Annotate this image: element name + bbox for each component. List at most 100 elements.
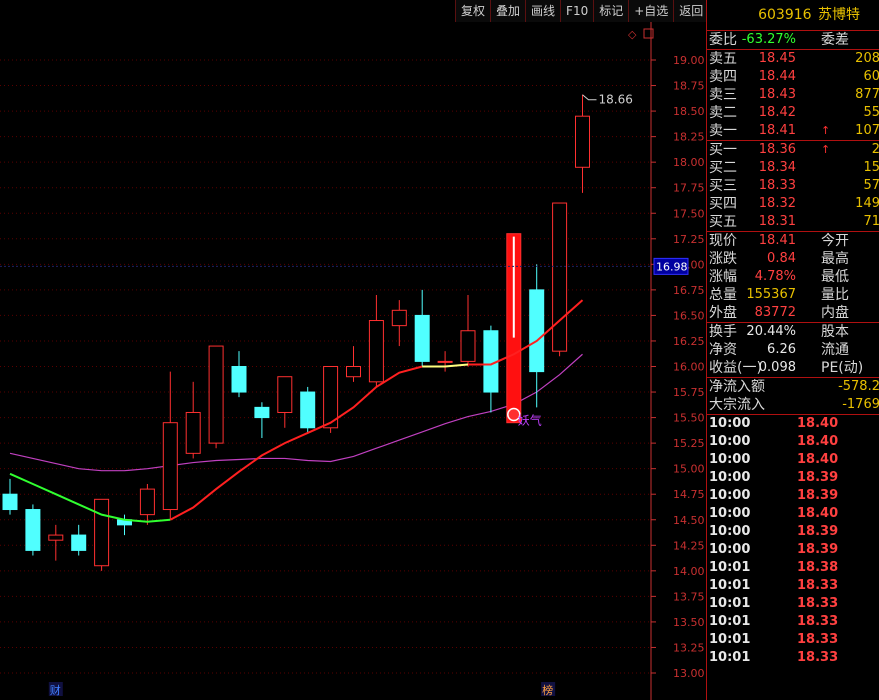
bid-volume: 2	[872, 141, 879, 159]
stat-label: 净资	[709, 342, 737, 358]
chart-toolbar: 复权 叠加 画线 F10 标记 +自选 返回	[455, 0, 709, 22]
stat-row: 收益(一) 0.098 PE(动)	[707, 359, 879, 378]
candle-body	[391, 309, 407, 327]
ask-price: 18.44	[758, 69, 796, 84]
candle-body	[185, 411, 201, 454]
weibi-label: 委比	[709, 32, 737, 48]
ask-price: 18.43	[758, 87, 796, 102]
stat-value: 4.78%	[754, 269, 796, 284]
candle-body	[460, 330, 476, 362]
tick-row: 10:00 18.40	[707, 505, 879, 523]
tick-price: 18.39	[797, 488, 839, 503]
y-tick-label: 15.00	[673, 463, 705, 476]
y-tick-label: 16.25	[673, 335, 705, 348]
signal-annotation: 妖气	[518, 413, 542, 428]
tick-row: 10:01 18.38	[707, 559, 879, 577]
back-button[interactable]: 返回	[673, 0, 709, 22]
y-tick-label: 15.25	[673, 437, 705, 450]
ask-volume: 60	[863, 69, 879, 84]
ask-label: 卖五	[709, 51, 737, 67]
overlay-button[interactable]: 叠加	[490, 0, 526, 22]
ask-volume: 877	[855, 87, 879, 102]
y-tick-label: 18.25	[673, 131, 705, 144]
tick-time: 10:01	[709, 596, 751, 611]
fuquan-button[interactable]: 复权	[455, 0, 491, 22]
tick-row: 10:01 18.33	[707, 577, 879, 595]
y-tick-label: 16.75	[673, 284, 705, 297]
f10-button[interactable]: F10	[560, 0, 594, 22]
tick-time: 10:01	[709, 614, 751, 629]
candle-body	[300, 391, 316, 429]
ask-row: 卖四 18.44 60	[707, 68, 879, 86]
kline-chart-area[interactable]: 19.00 18.75 18.50 18.25 18.00 17.75 17.50 17.25…	[0, 0, 706, 700]
stat-value: 83772	[754, 305, 796, 320]
tick-price: 18.40	[797, 506, 839, 521]
tick-price: 18.33	[797, 578, 839, 593]
stat-row: 涨跌 0.84 最高	[707, 250, 879, 268]
y-tick-label: 18.75	[673, 80, 705, 93]
y-tick-label: 17.25	[673, 233, 705, 246]
tick-price: 18.33	[797, 632, 839, 647]
candle-body	[94, 498, 110, 567]
tick-time: 10:00	[709, 416, 751, 431]
tick-time: 10:00	[709, 542, 751, 557]
capital-flow: 净流入额 -578.2 大宗流入 -1769	[707, 378, 879, 415]
tick-price: 18.33	[797, 650, 839, 665]
bid-volume: 15	[863, 160, 879, 175]
weibi-value: -63.27%	[741, 32, 796, 47]
weicha-label: 委差	[821, 32, 849, 48]
candle-body	[368, 320, 384, 383]
bid-arrow: ↑	[821, 143, 831, 156]
kline-chart[interactable]: 19.00 18.75 18.50 18.25 18.00 17.75 17.50 17.25…	[0, 0, 706, 700]
y-tick-label: 14.50	[673, 514, 705, 527]
candle-body	[2, 493, 18, 511]
stat-row: 总量 155367 量比	[707, 286, 879, 304]
candle-body	[48, 534, 64, 541]
tick-row: 10:00 18.39	[707, 523, 879, 541]
y-tick-label: 15.50	[673, 412, 705, 425]
draw-line-button[interactable]: 画线	[525, 0, 561, 22]
mark-button[interactable]: 标记	[593, 0, 629, 22]
stat-value: 0.098	[758, 360, 796, 375]
tick-price: 18.40	[797, 452, 839, 467]
tick-time: 10:00	[709, 488, 751, 503]
tick-time: 10:00	[709, 452, 751, 467]
bid-book: 买一 18.36 ↑ 2 买二 18.34 15 买三 18.33 57 买四 18.32 149 买五 1…	[707, 141, 879, 232]
tick-price: 18.33	[797, 596, 839, 611]
tick-row: 10:00 18.39	[707, 487, 879, 505]
tick-price: 18.40	[797, 416, 839, 431]
bid-price: 18.31	[758, 214, 796, 229]
weibi-row: 委比 -63.27% 委差	[707, 31, 879, 50]
stat-label: 总量	[709, 287, 737, 303]
bid-row: 买二 18.34 15	[707, 159, 879, 177]
stat-label: 外盘	[709, 305, 737, 321]
y-tick-label: 13.75	[673, 590, 705, 603]
bid-label: 买三	[709, 178, 737, 194]
y-tick-label: 18.00	[673, 156, 705, 169]
tick-time: 10:00	[709, 434, 751, 449]
stat-row: 换手 20.44% 股本	[707, 323, 879, 341]
price-stats: 现价 18.41 今开 涨跌 0.84 最高 涨幅 4.78% 最低 总量 155367 量比 外盘 83…	[707, 232, 879, 323]
add-watchlist-button[interactable]: +自选	[628, 0, 674, 22]
stat-row: 净资 6.26 流通	[707, 341, 879, 359]
tick-row: 10:01 18.33	[707, 649, 879, 667]
ask-volume: 107	[855, 123, 879, 138]
stat-value: 155367	[746, 287, 796, 302]
candle-body	[25, 509, 41, 551]
y-tick-label: 18.50	[673, 105, 705, 118]
stat-label-2: PE(动)	[821, 360, 864, 376]
y-tick-label: 13.25	[673, 641, 705, 654]
candle-body	[139, 488, 155, 516]
tick-time: 10:01	[709, 632, 751, 647]
y-tick-label: 16.50	[673, 309, 705, 322]
bid-row: 买四 18.32 149	[707, 195, 879, 213]
stat-value: 0.84	[767, 251, 796, 266]
stat-label-2: 流通	[821, 342, 849, 358]
bid-label: 买五	[709, 214, 737, 230]
candle-body	[552, 202, 568, 352]
stat-row: 现价 18.41 今开	[707, 232, 879, 250]
stat-label: 现价	[709, 233, 737, 249]
flow-row: 净流入额 -578.2	[707, 378, 879, 396]
tick-time: 10:00	[709, 506, 751, 521]
tick-list[interactable]: 10:00 18.40 10:00 18.40 10:00 18.40 10:00 18.39…	[707, 415, 879, 667]
